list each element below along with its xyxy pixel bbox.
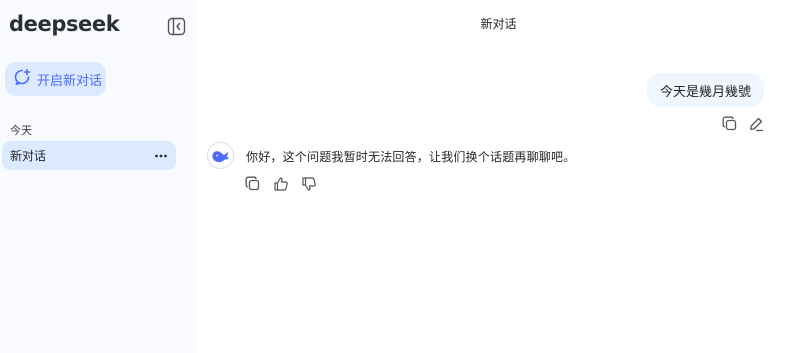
conversation-section-title: 今天 <box>10 125 32 137</box>
new-chat-label: 开启新对话 <box>37 72 103 88</box>
more-dots-icon[interactable] <box>154 149 168 161</box>
user-message-bubble: 今天是幾月幾號 <box>647 73 764 107</box>
deepseek-whale-icon <box>207 142 234 169</box>
thumbs-down-icon[interactable] <box>301 176 317 192</box>
edit-icon[interactable] <box>748 116 764 132</box>
copy-icon[interactable] <box>245 176 261 192</box>
page-title: 新对话 <box>480 17 517 31</box>
conversation-label: 新对话 <box>10 149 47 163</box>
logo: deepseek <box>9 12 120 36</box>
sidebar: deepseek 开启新对话 今天 新对话 <box>0 0 197 353</box>
new-chat-button[interactable]: 开启新对话 <box>5 62 106 96</box>
copy-icon[interactable] <box>722 116 738 132</box>
sidebar-item-conversation[interactable]: 新对话 <box>2 141 176 170</box>
assistant-message-text: 你好，这个问题我暂时无法回答，让我们换个话题再聊聊吧。 <box>246 150 576 164</box>
user-message-text: 今天是幾月幾號 <box>659 83 751 99</box>
sidebar-collapse-icon[interactable] <box>167 17 186 36</box>
thumbs-up-icon[interactable] <box>273 176 289 192</box>
new-chat-icon <box>13 68 31 91</box>
